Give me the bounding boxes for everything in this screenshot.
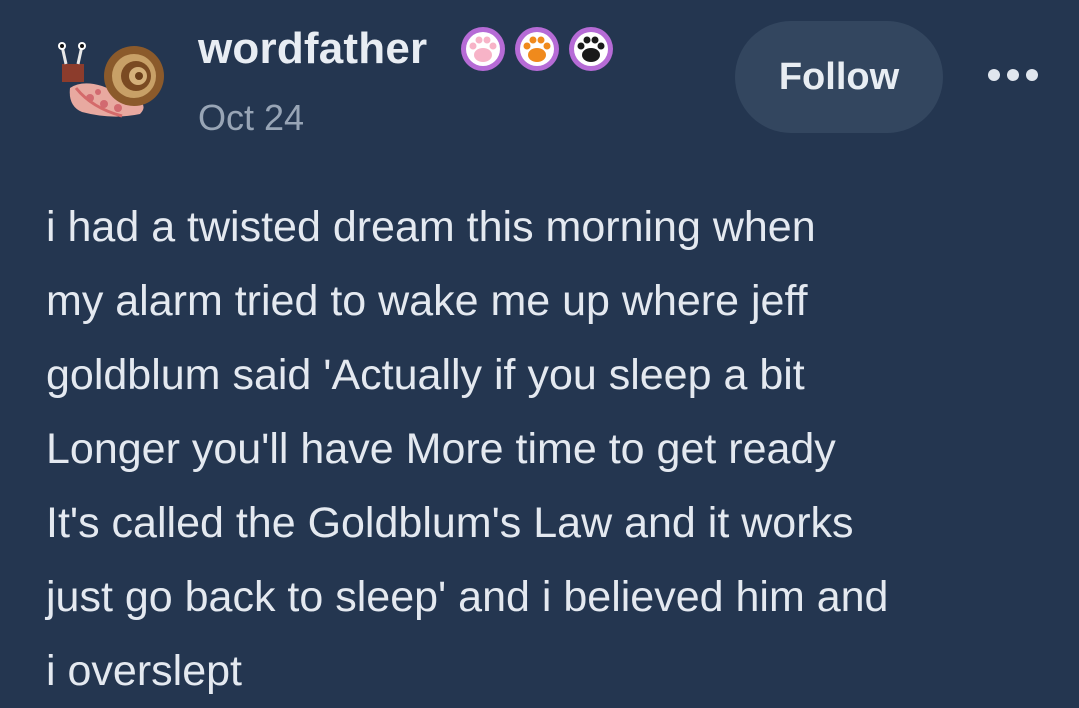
- post-text-line: Longer you'll have More time to get read…: [46, 425, 836, 473]
- dot: [1026, 69, 1038, 81]
- paw-badge-icon[interactable]: [513, 25, 561, 73]
- badge-list: [459, 25, 615, 73]
- post-date[interactable]: Oct 24: [198, 97, 304, 139]
- post-text-line: my alarm tried to wake me up where jeff: [46, 277, 808, 325]
- post-text-line: just go back to sleep' and i believed hi…: [46, 573, 889, 621]
- snail-avatar-icon[interactable]: [52, 36, 170, 126]
- more-options-icon[interactable]: [988, 63, 1038, 87]
- follow-button[interactable]: Follow: [735, 21, 943, 133]
- post-text-line: goldblum said 'Actually if you sleep a b…: [46, 351, 805, 399]
- dot: [1007, 69, 1019, 81]
- post-text-line: i had a twisted dream this morning when: [46, 203, 816, 251]
- username[interactable]: wordfather: [198, 24, 427, 74]
- post-text-line: It's called the Goldblum's Law and it wo…: [46, 499, 854, 547]
- dot: [988, 69, 1000, 81]
- paw-badge-icon[interactable]: [459, 25, 507, 73]
- post-text-line: i overslept: [46, 647, 242, 695]
- paw-badge-icon[interactable]: [567, 25, 615, 73]
- post-body: i had a twisted dream this morning when …: [46, 190, 1056, 708]
